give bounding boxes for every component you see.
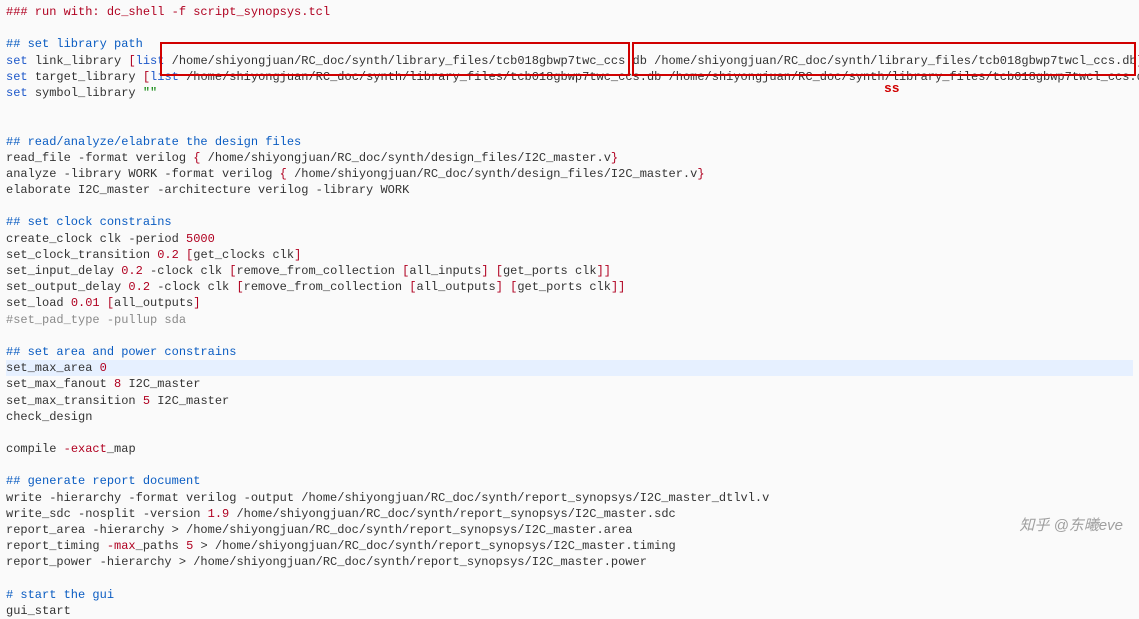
code-blank bbox=[6, 571, 1133, 587]
code-line: ## read/analyze/elabrate the design file… bbox=[6, 134, 1133, 150]
path: /home/shiyongjuan/RC_doc/synth/design_fi… bbox=[208, 151, 611, 165]
path: /home/shiyongjuan/RC_doc/synth/report_sy… bbox=[236, 507, 675, 521]
code-line: ## set clock constrains bbox=[6, 214, 1133, 230]
code-line: set_input_delay 0.2 -clock clk [remove_f… bbox=[6, 263, 1133, 279]
kw-set: set bbox=[6, 54, 28, 68]
code-blank bbox=[6, 101, 1133, 117]
path: /home/shiyongjuan/RC_doc/synth/library_f… bbox=[186, 70, 661, 84]
var: target_library bbox=[35, 70, 136, 84]
code-line: set target_library [list /home/shiyongju… bbox=[6, 69, 1133, 85]
code-blank bbox=[6, 20, 1133, 36]
code-line: set_clock_transition 0.2 [get_clocks clk… bbox=[6, 247, 1133, 263]
code-line: check_design bbox=[6, 409, 1133, 425]
code-line: create_clock clk -period 5000 bbox=[6, 231, 1133, 247]
path: /home/shiyongjuan/RC_doc/synth/report_sy… bbox=[301, 491, 769, 505]
code-line: report_timing -max_paths 5 > /home/shiyo… bbox=[6, 538, 1133, 554]
code-blank bbox=[6, 117, 1133, 133]
watermark: 知乎 @东曦eve bbox=[1019, 516, 1123, 536]
path: /home/shiyongjuan/RC_doc/synth/library_f… bbox=[654, 54, 1136, 68]
code-line: #set_pad_type -pullup sda bbox=[6, 312, 1133, 328]
code-line: elaborate I2C_master -architecture veril… bbox=[6, 182, 1133, 198]
annotation-ss: ss bbox=[884, 80, 900, 98]
path: /home/shiyongjuan/RC_doc/synth/report_sy… bbox=[215, 539, 676, 553]
code-line: ### run with: dc_shell -f script_synopsy… bbox=[6, 4, 1133, 20]
kw-list: list bbox=[150, 70, 179, 84]
code-line: write_sdc -nosplit -version 1.9 /home/sh… bbox=[6, 506, 1133, 522]
code-line: write -hierarchy -format verilog -output… bbox=[6, 490, 1133, 506]
path: /home/shiyongjuan/RC_doc/synth/report_sy… bbox=[193, 555, 647, 569]
code-line: read_file -format verilog { /home/shiyon… bbox=[6, 150, 1133, 166]
code-blank bbox=[6, 198, 1133, 214]
kw-set: set bbox=[6, 86, 28, 100]
kw-list: list bbox=[136, 54, 165, 68]
code-line: set link_library [list /home/shiyongjuan… bbox=[6, 53, 1133, 69]
code-line: ## generate report document bbox=[6, 473, 1133, 489]
code-line: ## set area and power constrains bbox=[6, 344, 1133, 360]
code-blank bbox=[6, 425, 1133, 441]
var: link_library bbox=[35, 54, 121, 68]
code-line: set_load 0.01 [all_outputs] bbox=[6, 295, 1133, 311]
code-blank bbox=[6, 328, 1133, 344]
code-line: report_power -hierarchy > /home/shiyongj… bbox=[6, 554, 1133, 570]
code-line: ## set library path bbox=[6, 36, 1133, 52]
code-line: # start the gui bbox=[6, 587, 1133, 603]
code-line: gui_start bbox=[6, 603, 1133, 619]
code-line: compile -exact_map bbox=[6, 441, 1133, 457]
code-blank bbox=[6, 457, 1133, 473]
code-line: report_area -hierarchy > /home/shiyongju… bbox=[6, 522, 1133, 538]
path: /home/shiyongjuan/RC_doc/synth/design_fi… bbox=[294, 167, 697, 181]
code-line: set_max_fanout 8 I2C_master bbox=[6, 376, 1133, 392]
code-line: set_output_delay 0.2 -clock clk [remove_… bbox=[6, 279, 1133, 295]
path: /home/shiyongjuan/RC_doc/synth/report_sy… bbox=[186, 523, 632, 537]
code-line: set_max_transition 5 I2C_master bbox=[6, 393, 1133, 409]
code-line: set symbol_library "" bbox=[6, 85, 1133, 101]
string-empty: "" bbox=[143, 86, 157, 100]
path: /home/shiyongjuan/RC_doc/synth/library_f… bbox=[172, 54, 647, 68]
code-line: analyze -library WORK -format verilog { … bbox=[6, 166, 1133, 182]
kw-set: set bbox=[6, 70, 28, 84]
code-line-highlighted: set_max_area 0 bbox=[6, 360, 1133, 376]
var: symbol_library bbox=[35, 86, 136, 100]
path: /home/shiyongjuan/RC_doc/synth/library_f… bbox=[669, 70, 1139, 84]
